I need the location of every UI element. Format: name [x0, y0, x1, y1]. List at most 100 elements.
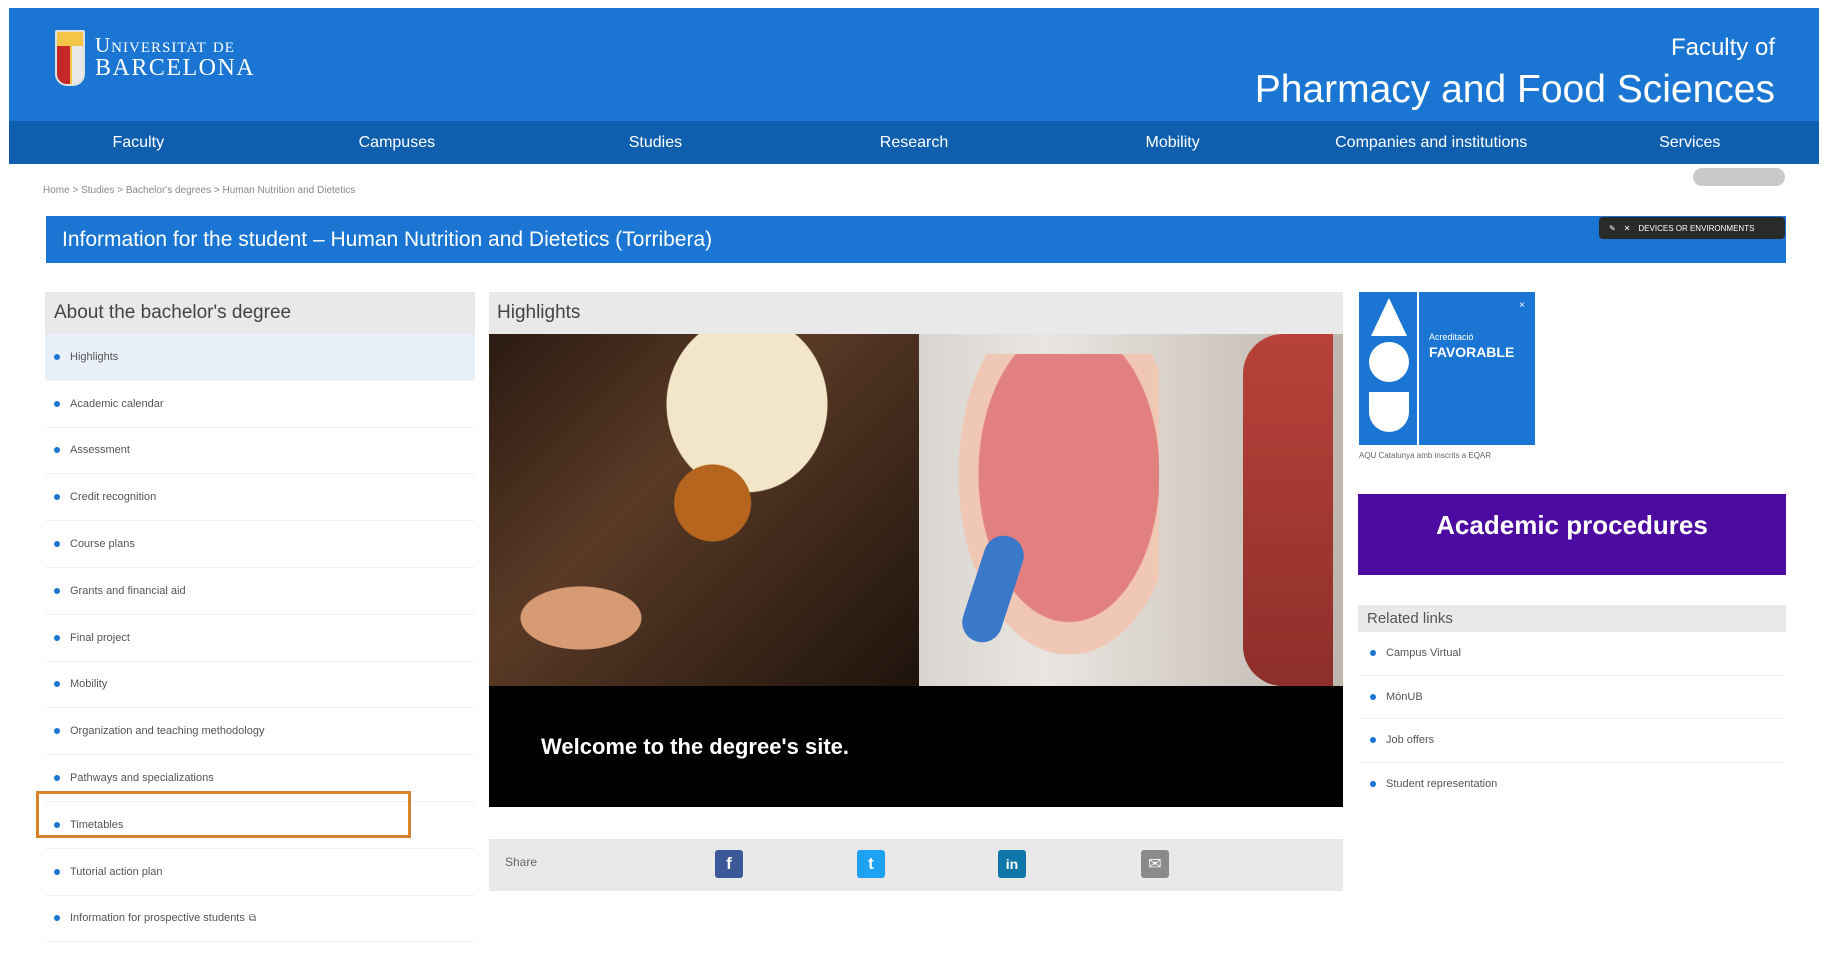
- related-link-label: Student representation: [1386, 778, 1498, 791]
- site-header: Universitat de BARCELONA Faculty of Phar…: [9, 8, 1819, 121]
- university-shield-icon: [55, 30, 85, 86]
- highlights-title: Highlights: [489, 292, 1343, 334]
- bullet-icon: [1370, 650, 1376, 657]
- linkedin-icon[interactable]: in: [998, 850, 1026, 878]
- facebook-icon[interactable]: f: [715, 850, 743, 878]
- faculty-title[interactable]: Faculty of Pharmacy and Food Sciences: [1255, 34, 1775, 112]
- welcome-text: Welcome to the degree's site.: [541, 733, 850, 759]
- aqu-label1: Acreditació: [1429, 332, 1474, 342]
- menu-item-label: Academic calendar: [70, 397, 164, 410]
- email-icon[interactable]: ✉: [1141, 850, 1169, 878]
- top-utility-pill[interactable]: [1693, 168, 1785, 186]
- bullet-icon: [54, 541, 60, 548]
- nav-services[interactable]: Services: [1560, 121, 1819, 164]
- related-link-monub[interactable]: MónUB: [1358, 676, 1786, 719]
- share-bar: Share f t in ✉: [489, 839, 1343, 891]
- timetables-highlight-box: [36, 791, 411, 838]
- menu-item-label: Pathways and specializations: [70, 772, 214, 785]
- aqu-circle-icon: [1369, 342, 1409, 382]
- menu-item-label: Organization and teaching methodology: [70, 725, 265, 738]
- external-link-icon: ⧉: [248, 912, 257, 924]
- university-line2: BARCELONA: [95, 55, 256, 82]
- bullet-icon: [54, 634, 60, 641]
- bullet-icon: [54, 587, 60, 594]
- faculty-title-big: Pharmacy and Food Sciences: [1254, 68, 1775, 111]
- academic-procedures-button[interactable]: Academic procedures: [1358, 494, 1786, 575]
- related-link-label: Campus Virtual: [1386, 647, 1461, 660]
- menu-item-highlights[interactable]: Highlights: [45, 334, 475, 381]
- bullet-icon: [54, 915, 60, 922]
- related-links-title: Related links: [1358, 605, 1786, 632]
- aqu-half-circle-icon: [1369, 392, 1409, 432]
- bullet-icon: [54, 728, 60, 735]
- menu-item-label: Assessment: [70, 444, 130, 457]
- breadcrumb[interactable]: Home > Studies > Bachelor's degrees > Hu…: [43, 185, 355, 196]
- menu-item-assessment[interactable]: Assessment: [45, 428, 475, 475]
- blue-glove-shape: [956, 530, 1030, 648]
- close-icon[interactable]: ✕: [1624, 224, 1631, 233]
- bullet-icon: [54, 681, 60, 688]
- nav-faculty[interactable]: Faculty: [9, 121, 268, 164]
- bullet-icon: [54, 400, 60, 407]
- nav-campuses[interactable]: Campuses: [268, 121, 527, 164]
- aqu-accreditation-badge[interactable]: Acreditació FAVORABLE ×: [1359, 292, 1535, 445]
- menu-item-academic-calendar[interactable]: Academic calendar: [45, 381, 475, 428]
- menu-item-label: Information for prospective students: [70, 912, 245, 925]
- anatomy-photo: [919, 334, 1343, 686]
- close-icon[interactable]: ×: [1519, 300, 1525, 311]
- degree-menu: About the bachelor's degree Highlights A…: [45, 292, 475, 943]
- share-label: Share: [505, 855, 538, 869]
- bullet-icon: [1370, 737, 1376, 744]
- menu-item-final-project[interactable]: Final project: [45, 615, 475, 662]
- page-tools[interactable]: ✎ ✕ DEVICES OR ENVIRONMENTS: [1599, 217, 1785, 239]
- related-links: Related links Campus Virtual MónUB Job o…: [1358, 605, 1786, 804]
- menu-item-label: Course plans: [70, 538, 135, 551]
- tools-label: DEVICES OR ENVIRONMENTS: [1638, 223, 1755, 233]
- page-title: Information for the student – Human Nutr…: [62, 227, 713, 251]
- menu-item-course-plans[interactable]: Course plans: [45, 521, 475, 568]
- nav-companies[interactable]: Companies and institutions: [1302, 121, 1561, 164]
- food-photo: [489, 334, 919, 686]
- nav-mobility[interactable]: Mobility: [1043, 121, 1302, 164]
- university-logo[interactable]: Universitat de BARCELONA: [55, 30, 255, 86]
- bullet-icon: [54, 447, 60, 454]
- faculty-title-small: Faculty of: [1670, 34, 1775, 61]
- bullet-icon: [1370, 781, 1376, 788]
- twitter-icon[interactable]: t: [857, 850, 885, 878]
- aqu-text: Acreditació FAVORABLE: [1419, 292, 1514, 445]
- highlights-caption: Welcome to the degree's site.: [489, 686, 1343, 807]
- menu-item-label: Grants and financial aid: [70, 584, 186, 597]
- aqu-caption: AQU Catalunya amb inscrits a EQAR: [1359, 451, 1492, 460]
- university-wordmark: Universitat de BARCELONA: [95, 34, 255, 81]
- related-link-label: MónUB: [1386, 690, 1423, 703]
- related-link-label: Job offers: [1386, 734, 1435, 747]
- nav-research[interactable]: Research: [785, 121, 1044, 164]
- menu-item-organization[interactable]: Organization and teaching methodology: [45, 708, 475, 756]
- menu-item-label: Tutorial action plan: [70, 865, 163, 878]
- menu-item-credit-recognition[interactable]: Credit recognition: [45, 474, 475, 522]
- university-line1: Universitat de: [95, 33, 235, 58]
- menu-item-tutorial-action-plan[interactable]: Tutorial action plan: [45, 849, 475, 896]
- highlights-image[interactable]: [489, 334, 1343, 686]
- menu-item-label: Mobility: [70, 678, 108, 691]
- pin-icon[interactable]: ✎: [1609, 224, 1616, 233]
- related-link-student-representation[interactable]: Student representation: [1358, 763, 1786, 807]
- related-link-campus-virtual[interactable]: Campus Virtual: [1358, 632, 1786, 676]
- main-nav: Faculty Campuses Studies Research Mobili…: [9, 121, 1819, 164]
- menu-item-grants[interactable]: Grants and financial aid: [45, 568, 475, 615]
- bullet-icon: [54, 494, 60, 501]
- menu-item-prospective-students[interactable]: Information for prospective students ⧉: [45, 896, 475, 943]
- menu-item-label: Highlights: [70, 350, 119, 363]
- degree-menu-title: About the bachelor's degree: [45, 292, 475, 334]
- bullet-icon: [54, 353, 60, 360]
- aqu-triangle-icon: [1371, 298, 1407, 336]
- menu-item-label: Credit recognition: [70, 491, 157, 504]
- bullet-icon: [54, 775, 60, 782]
- bullet-icon: [54, 868, 60, 875]
- bullet-icon: [1370, 693, 1376, 700]
- menu-item-mobility[interactable]: Mobility: [45, 662, 475, 709]
- nav-studies[interactable]: Studies: [526, 121, 785, 164]
- aqu-logo-icon: [1359, 292, 1419, 445]
- page-title-bar: Information for the student – Human Nutr…: [46, 216, 1786, 263]
- related-link-job-offers[interactable]: Job offers: [1358, 719, 1786, 763]
